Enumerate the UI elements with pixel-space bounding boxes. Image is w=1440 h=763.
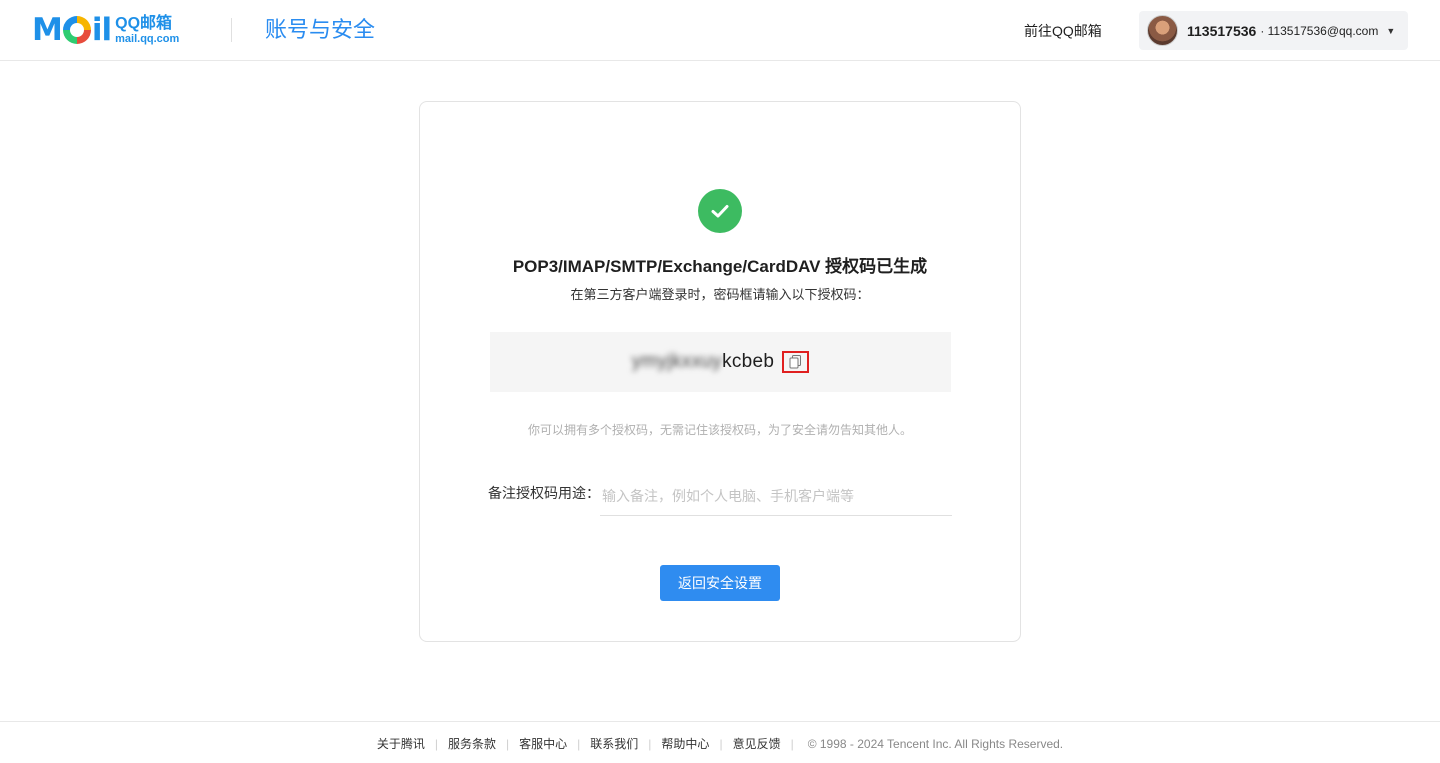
footer-link-help[interactable]: 帮助中心 [661,736,709,752]
account-menu[interactable]: 113517536 · 113517536@qq.com ▼ [1139,11,1408,50]
footer-separator: | [648,737,652,751]
account-email: · 113517536@qq.com [1260,23,1379,38]
avatar [1147,15,1178,46]
auth-code-card: POP3/IMAP/SMTP/Exchange/CardDAV 授权码已生成 在… [419,101,1021,642]
header-divider [231,18,232,42]
goto-qq-mail-link[interactable]: 前往QQ邮箱 [1024,21,1102,41]
caret-down-icon: ▼ [1386,25,1396,36]
page-title: 账号与安全 [265,17,376,42]
footer-separator: | [506,737,510,751]
check-icon [698,189,742,233]
auth-code-visible: kcbeb [722,351,775,372]
logo-domain: mail.qq.com [115,32,180,45]
footer-separator: | [790,737,794,751]
copy-button[interactable] [782,351,810,373]
note-input[interactable] [600,476,952,516]
footer-link-about[interactable]: 关于腾讯 [377,736,425,752]
auth-code-box: ymyjkxxuykcbeb [490,332,951,392]
account-name: 113517536 [1187,22,1257,39]
footer-link-terms[interactable]: 服务条款 [448,736,496,752]
success-subtitle: 在第三方客户端登录时，密码框请输入以下授权码： [570,287,870,302]
note-label: 备注授权码用途： [488,485,600,501]
logo-brand: QQ邮箱 mail.qq.com [115,14,180,45]
footer-link-feedback[interactable]: 意见反馈 [733,736,781,752]
copy-icon [789,355,802,369]
qq-mail-logo[interactable]: Mil QQ邮箱 mail.qq.com [32,14,179,46]
footer-separator: | [577,737,581,751]
footer-links: 关于腾讯 | 服务条款 | 客服中心 | 联系我们 | 帮助中心 | 意见反馈 … [0,736,1440,752]
back-to-security-button[interactable]: 返回安全设置 [660,565,780,601]
copyright: © 1998 - 2024 Tencent Inc. All Rights Re… [807,737,1064,751]
top-header: Mil QQ邮箱 mail.qq.com 账号与安全 前往QQ邮箱 113517… [0,0,1440,61]
success-title: POP3/IMAP/SMTP/Exchange/CardDAV 授权码已生成 [512,257,928,276]
footer-link-contact[interactable]: 联系我们 [590,736,638,752]
logo-mail-wordmark: Mil [32,12,112,48]
footer: 关于腾讯 | 服务条款 | 客服中心 | 联系我们 | 帮助中心 | 意见反馈 … [0,721,1440,763]
auth-code-blurred: ymyjkxxuy [631,351,723,372]
footer-separator: | [719,737,723,751]
auth-code[interactable]: ymyjkxxuykcbeb [632,351,775,373]
footer-link-support[interactable]: 客服中心 [519,736,567,752]
logo-brand-name: QQ邮箱 [115,14,173,32]
footer-separator: | [434,737,438,751]
security-hint: 你可以拥有多个授权码，无需记住该授权码，为了安全请勿告知其他人。 [527,423,912,437]
